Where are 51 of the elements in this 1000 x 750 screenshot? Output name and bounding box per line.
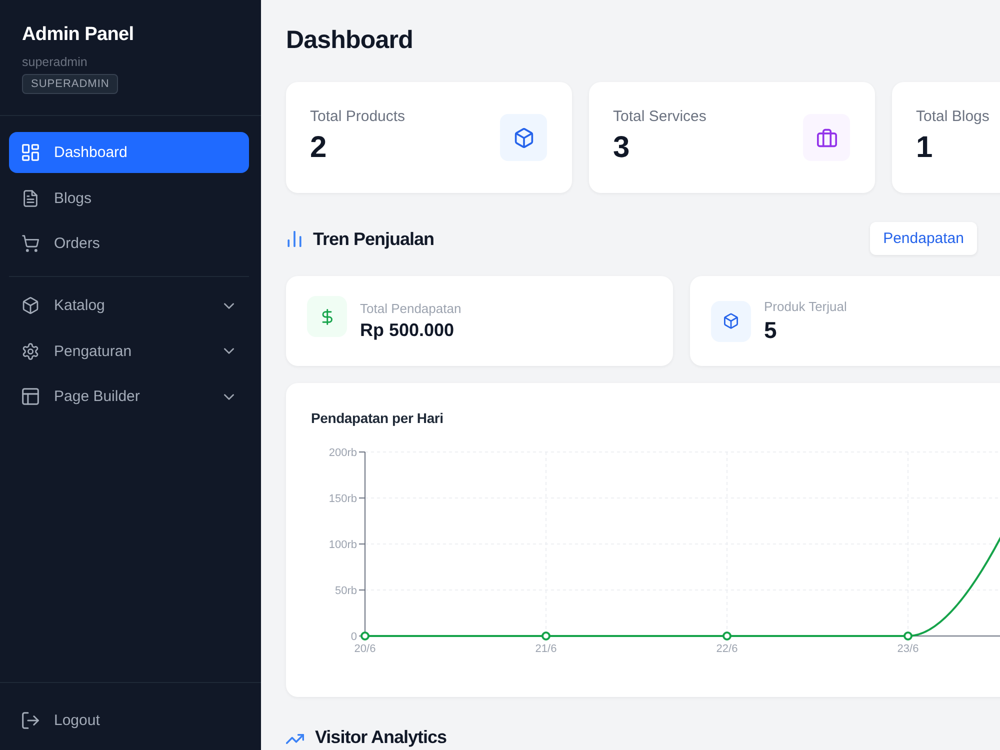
briefcase-icon [803, 114, 850, 161]
dollar-icon [307, 296, 347, 337]
stat-label: Total Services [613, 107, 706, 127]
sidebar-item[interactable]: Katalog [9, 285, 249, 326]
sidebar-item[interactable]: Blogs [9, 178, 249, 218]
y-tick-label: 0 [350, 631, 357, 643]
data-point [904, 632, 912, 640]
sidebar-item[interactable]: Dashboard [9, 132, 249, 173]
data-point [542, 632, 550, 640]
x-tick-label: 23/6 [897, 643, 919, 655]
box-icon [711, 300, 751, 342]
sidebar-item[interactable]: Orders [9, 223, 249, 264]
y-tick-label: 100rb [328, 539, 357, 551]
cart-icon [22, 235, 39, 252]
trending-up-icon [286, 734, 304, 744]
summary-value: Rp 500.000 [360, 318, 456, 342]
logout-button[interactable]: Logout [9, 700, 249, 741]
layout-icon [22, 388, 39, 405]
chart-title: Pendapatan per Hari [311, 409, 444, 428]
dashboard-grid-icon [22, 144, 39, 161]
summary-label: Total Pendapatan [360, 300, 462, 316]
stat-value: 3 [613, 130, 631, 166]
y-tick-label: 50rb [334, 585, 357, 597]
app-title: Admin Panel [22, 24, 134, 46]
box-icon [22, 297, 39, 314]
data-point [722, 632, 732, 640]
x-tick-label: 22/6 [716, 643, 738, 655]
settings-icon [22, 342, 39, 360]
document-icon [22, 190, 39, 206]
summary-value: 5 [764, 316, 778, 344]
x-tick-label: 20/6 [354, 643, 376, 655]
stat-label: Total Blogs [916, 107, 990, 127]
data-point [360, 632, 370, 640]
bar-chart-icon [287, 230, 302, 246]
logout-icon [22, 712, 39, 729]
stat-value: 1 [916, 130, 934, 166]
role-badge: SUPERADMIN [22, 74, 118, 94]
section-title: Visitor Analytics [315, 727, 447, 747]
summary-label: Produk Terjual [764, 298, 847, 314]
sidebar-item[interactable]: Page Builder [9, 376, 249, 417]
tab[interactable]: Pendapatan [870, 222, 977, 255]
y-tick-label: 200rb [328, 447, 357, 459]
stat-label: Total Products [310, 107, 406, 127]
username: superadmin [22, 54, 88, 70]
box-icon [500, 114, 547, 161]
section-title: Tren Penjualan [313, 228, 434, 250]
page-title: Dashboard [286, 25, 414, 56]
x-tick-label: 21/6 [535, 643, 557, 655]
sidebar-item[interactable]: Pengaturan [9, 330, 249, 372]
stat-value: 2 [310, 130, 328, 166]
y-tick-label: 150rb [328, 493, 357, 505]
